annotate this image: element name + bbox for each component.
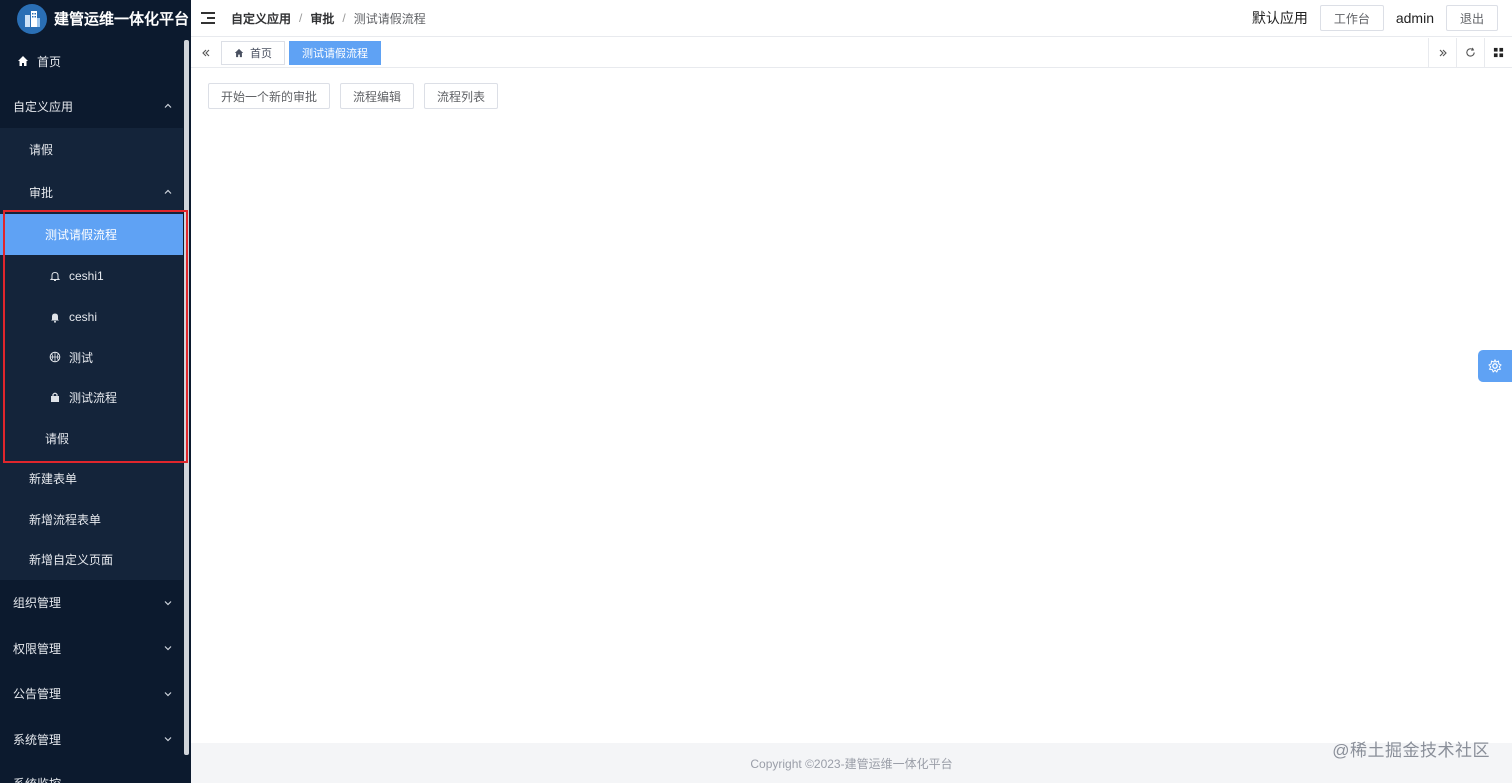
tab-label: 首页: [250, 47, 272, 60]
breadcrumb-item[interactable]: 自定义应用: [231, 10, 291, 27]
sidebar-item-label: ceshi: [69, 309, 98, 324]
chevron-up-icon: [164, 189, 172, 194]
sidebar-group-system-monitor[interactable]: 系统监控: [0, 770, 183, 783]
flow-edit-button[interactable]: 流程编辑: [340, 83, 415, 109]
chevron-down-icon: [164, 600, 172, 605]
sidebar-item-label: 新增流程表单: [29, 512, 102, 527]
sidebar-item-label: 新建表单: [29, 472, 78, 486]
top-header: 自定义应用 / 审批 / 测试请假流程 默认应用 工作台 admin 退出: [191, 0, 1512, 37]
tab-test-leave-flow[interactable]: 测试请假流程: [289, 40, 381, 65]
sidebar-group-custom-apps[interactable]: 自定义应用: [0, 84, 183, 128]
refresh-icon[interactable]: [1456, 37, 1484, 68]
menu-toggle-icon[interactable]: [201, 12, 215, 24]
sidebar-item-test-leave-flow[interactable]: 测试请假流程: [0, 214, 183, 255]
sidebar-item-label: 组织管理: [13, 596, 62, 610]
bag-icon: [49, 391, 61, 403]
start-approval-button[interactable]: 开始一个新的审批: [208, 83, 331, 109]
sidebar-scrollbar[interactable]: [184, 40, 189, 755]
sidebar-item-label: 请假: [45, 431, 70, 446]
sidebar: 建管运维一体化平台 首页 自定义应用 请假 审批 测试请假流程 ceshi1 c…: [0, 0, 191, 783]
breadcrumb-current: 测试请假流程: [353, 11, 426, 26]
sidebar-group-org-mgmt[interactable]: 组织管理: [0, 580, 183, 625]
sidebar-item-ceshi[interactable]: ceshi: [0, 296, 183, 337]
chevron-up-icon: [164, 103, 172, 108]
sidebar-item-label: 测试请假流程: [45, 228, 118, 242]
chevron-down-icon: [164, 737, 172, 742]
sidebar-item-leave-2[interactable]: 请假: [0, 418, 183, 458]
settings-icon[interactable]: [1478, 350, 1512, 382]
sidebar-item-new-custom-page[interactable]: 新增自定义页面: [0, 539, 183, 580]
building-logo-icon: [17, 3, 47, 34]
main-content: 开始一个新的审批 流程编辑 流程列表: [191, 68, 1512, 743]
breadcrumb-separator: /: [299, 11, 303, 25]
tabs-controls: [1428, 37, 1512, 68]
sidebar-item-label: 系统监控: [13, 775, 61, 783]
sidebar-item-test-flow[interactable]: 测试流程: [0, 377, 183, 417]
sidebar-group-perm-mgmt[interactable]: 权限管理: [0, 625, 183, 671]
sidebar-item-label: 新增自定义页面: [29, 553, 114, 567]
scroll-right-icon[interactable]: [1428, 37, 1456, 68]
sidebar-item-new-flow-form[interactable]: 新增流程表单: [0, 499, 183, 539]
tabs-bar: 首页 测试请假流程: [191, 37, 1512, 68]
sidebar-item-label: ceshi1: [69, 268, 104, 283]
action-row: 开始一个新的审批 流程编辑 流程列表: [208, 83, 508, 109]
breadcrumb-item[interactable]: 审批: [310, 10, 334, 27]
sidebar-item-label: 系统管理: [13, 732, 62, 747]
header-actions: 默认应用 工作台 admin 退出: [1252, 5, 1512, 31]
brand-title: 建管运维一体化平台: [54, 11, 190, 28]
grid-menu-icon[interactable]: [1484, 37, 1512, 68]
watermark-text: @稀土掘金技术社区: [1332, 741, 1490, 760]
bell-outline-icon: [49, 270, 61, 282]
home-icon: [17, 55, 29, 67]
sidebar-group-approval[interactable]: 审批: [0, 171, 183, 213]
sidebar-item-new-form[interactable]: 新建表单: [0, 458, 183, 499]
sidebar-item-label: 公告管理: [13, 687, 62, 701]
sidebar-item-label: 权限管理: [13, 641, 62, 656]
tab-label: 测试请假流程: [302, 47, 368, 60]
sidebar-item-leave[interactable]: 请假: [0, 128, 183, 170]
breadcrumb-separator: /: [342, 11, 346, 25]
basketball-icon: [49, 351, 61, 363]
footer: Copyright ©2023-建管运维一体化平台: [191, 743, 1512, 783]
sidebar-item-label: 测试: [69, 350, 94, 365]
chevron-down-icon: [164, 646, 172, 651]
bell-filled-icon: [49, 311, 61, 323]
sidebar-item-label: 请假: [29, 142, 54, 157]
workbench-button[interactable]: 工作台: [1319, 5, 1384, 31]
sidebar-item-test[interactable]: 测试: [0, 337, 183, 377]
logout-button[interactable]: 退出: [1445, 5, 1498, 31]
sidebar-group-notice-mgmt[interactable]: 公告管理: [0, 671, 183, 716]
user-name[interactable]: admin: [1396, 10, 1434, 26]
copyright-text: Copyright ©2023-建管运维一体化平台: [750, 756, 953, 771]
brand-bar[interactable]: 建管运维一体化平台: [0, 0, 191, 37]
chevron-down-icon: [164, 691, 172, 696]
app-name[interactable]: 默认应用: [1252, 8, 1308, 28]
tab-home[interactable]: 首页: [221, 40, 285, 65]
sidebar-item-home[interactable]: 首页: [0, 40, 183, 82]
sidebar-item-label: 审批: [29, 185, 54, 200]
scroll-left-icon[interactable]: [191, 38, 221, 68]
sidebar-item-label: 自定义应用: [13, 99, 74, 114]
sidebar-item-label: 首页: [37, 54, 62, 69]
sidebar-item-ceshi1[interactable]: ceshi1: [0, 255, 183, 296]
flow-list-button[interactable]: 流程列表: [424, 83, 499, 109]
home-icon: [234, 48, 244, 58]
sidebar-item-label: 测试流程: [69, 390, 118, 405]
sidebar-group-system-mgmt[interactable]: 系统管理: [0, 716, 183, 762]
